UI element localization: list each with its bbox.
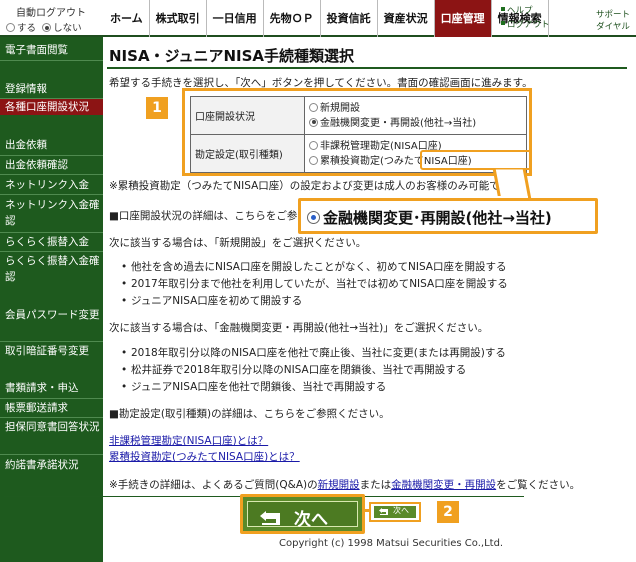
list-item: 松井証券で2018年取引分以降のNISA口座を閉鎖後、当社で再開設する: [121, 362, 506, 379]
sidebar-item-withdrawal[interactable]: 出金依頼: [0, 137, 103, 153]
help-link[interactable]: ヘルプ: [501, 4, 550, 18]
top-header: 自動ログアウト する しない ホーム 株式取引 一日信用 先物ＯＰ 投資信託 資…: [0, 0, 636, 37]
account-status-header: 口座開設状況: [190, 96, 305, 135]
sidebar-item-password-change[interactable]: 会員パスワード変更: [0, 307, 100, 323]
auto-logout-off-label: しない: [53, 23, 82, 34]
auto-logout-title: 自動ログアウト: [16, 8, 86, 19]
auto-logout-setting: 自動ログアウト する しない: [4, 3, 102, 35]
return-arrow-icon: [260, 511, 280, 525]
account-detail-text: ■勘定設定(取引種類)の詳細は、こちらをご参照ください。: [109, 408, 390, 420]
sidebar-item-netlink-confirm[interactable]: ネットリンク入金確認: [0, 197, 100, 229]
option-institution-change[interactable]: 金融機関変更・再開設(他社→当社): [309, 116, 526, 131]
next-button-zoomed[interactable]: 次へ: [240, 494, 365, 534]
nav-stock-trading[interactable]: 株式取引: [150, 0, 207, 37]
list-item: ジュニアNISA口座を他社で閉鎖後、当社で再開設する: [121, 379, 506, 396]
next-button-label: 次へ: [294, 510, 328, 530]
radio-new-account[interactable]: [309, 102, 318, 112]
list-item: 2017年取引分まで他社を利用していたが、当社では初めてNISA口座を開設する: [121, 276, 508, 293]
faq-new-link[interactable]: 新規開設: [318, 479, 360, 491]
case-change-intro: 次に該当する場合は、「金融機関変更・再開設(他社→当社)」をご選択ください。: [109, 322, 489, 334]
case-new-intro: 次に該当する場合は、「新規開設」をご選択ください。: [109, 237, 367, 249]
next-button[interactable]: 次へ: [369, 502, 421, 522]
auto-logout-radios: する しない: [6, 20, 82, 34]
sidebar-item-registration-info[interactable]: 登録情報: [0, 81, 103, 97]
bullet-icon: [501, 7, 505, 11]
list-item: 他社を含め過去にNISA口座を開設したことがなく、初めてNISA口座を開設する: [121, 259, 508, 276]
nav-assets[interactable]: 資産状況: [378, 0, 435, 37]
sidebar-item-document-request[interactable]: 書類請求・申込: [0, 380, 103, 396]
tsumitate-link-wrap: 累積投資勘定(つみたてNISA口座)とは？: [109, 449, 300, 464]
next-button-small-label: 次へ: [393, 506, 409, 515]
sidebar-item-easy-transfer-confirm[interactable]: らくらく振替入金確認: [0, 253, 100, 285]
auto-logout-on-label: する: [17, 23, 37, 34]
nav-home[interactable]: ホーム: [104, 0, 150, 37]
radio-selected-icon: [307, 211, 320, 224]
nisa-link-wrap: 非課税管理勘定(NISA口座)とは？: [109, 433, 268, 448]
tsumitate-note: ※累積投資勘定（つみたてNISA口座）の設定および変更は成人のお客様のみ可能です…: [109, 180, 520, 192]
sidebar-item-easy-transfer[interactable]: らくらく振替入金: [0, 234, 103, 250]
option-new-account[interactable]: 新規開設: [309, 101, 526, 116]
main-nav: ホーム 株式取引 一日信用 先物ＯＰ 投資信託 資産状況 口座管理 情報検索: [104, 0, 549, 37]
sidebar-item-account-status[interactable]: 各種口座開設状況: [0, 99, 103, 115]
tsumitate-about-link[interactable]: 累積投資勘定(つみたてNISA口座)とは？: [109, 451, 300, 463]
zoom-callout: 金融機関変更･再開設(他社→当社): [298, 198, 598, 234]
step-badge-2: 2: [437, 501, 459, 523]
auto-logout-on-radio[interactable]: [6, 23, 15, 32]
nisa-about-link[interactable]: 非課税管理勘定(NISA口座)とは？: [109, 435, 268, 447]
sidebar-item-mail-request[interactable]: 帳票郵送請求: [0, 400, 103, 416]
radio-institution-change[interactable]: [309, 117, 318, 127]
step-badge-1: 1: [146, 97, 168, 119]
sidebar-item-pin-change[interactable]: 取引暗証番号変更: [0, 343, 103, 359]
faq-text: ※手続きの詳細は、よくあるご質問(Q&A)の新規開設または金融機関変更・再開設を…: [109, 479, 581, 491]
radio-nisa[interactable]: [309, 140, 318, 150]
nav-investment-trust[interactable]: 投資信託: [321, 0, 378, 37]
nav-day-margin[interactable]: 一日信用: [207, 0, 264, 37]
bullet-icon: [501, 21, 505, 25]
callout-pointer: [492, 168, 532, 202]
sidebar-item-e-documents[interactable]: 電子書面閲覧: [0, 42, 103, 58]
sidebar-item-withdrawal-confirm[interactable]: 出金依頼確認: [0, 157, 103, 173]
callout-label: 金融機関変更･再開設(他社→当社): [323, 209, 552, 227]
sidebar-item-collateral-consent[interactable]: 担保同意書回答状況: [0, 419, 100, 435]
selected-option-highlight: [420, 150, 532, 170]
logout-link[interactable]: ログアウト: [501, 18, 550, 32]
copyright: Copyright (c) 1998 Matsui Securities Co.…: [279, 538, 504, 549]
case-new-list: 他社を含め過去にNISA口座を開設したことがなく、初めてNISA口座を開設する …: [121, 259, 508, 310]
account-status-options: 新規開設 金融機関変更・再開設(他社→当社): [304, 96, 527, 135]
support-dial-link[interactable]: サポート ダイヤル: [590, 8, 636, 32]
sidebar-item-netlink-deposit[interactable]: ネットリンク入金: [0, 177, 103, 193]
account-type-header: 勘定設定(取引種類): [190, 134, 305, 173]
page-title: NISA・ジュニアNISA手続種類選択: [109, 47, 355, 65]
sidebar: 電子書面閲覧 登録情報 各種口座開設状況 出金依頼 出金依頼確認 ネットリンク入…: [0, 37, 103, 562]
nav-futures-options[interactable]: 先物ＯＰ: [264, 0, 321, 37]
nav-account-management[interactable]: 口座管理: [434, 0, 492, 37]
sidebar-item-agreement-status[interactable]: 約諾書承諾状況: [0, 457, 103, 473]
return-arrow-icon: [379, 508, 388, 515]
title-divider: [107, 67, 627, 69]
help-links: ヘルプ ログアウト: [501, 4, 550, 32]
faq-change-link[interactable]: 金融機関変更・再開設: [391, 479, 496, 491]
auto-logout-off-radio[interactable]: [42, 23, 52, 32]
radio-tsumitate[interactable]: [309, 155, 318, 165]
list-item: ジュニアNISA口座を初めて開設する: [121, 293, 508, 310]
list-item: 2018年取引分以降のNISA口座を他社で廃止後、当社に変更(または再開設)する: [121, 345, 506, 362]
case-change-list: 2018年取引分以降のNISA口座を他社で廃止後、当社に変更(または再開設)する…: [121, 345, 506, 396]
